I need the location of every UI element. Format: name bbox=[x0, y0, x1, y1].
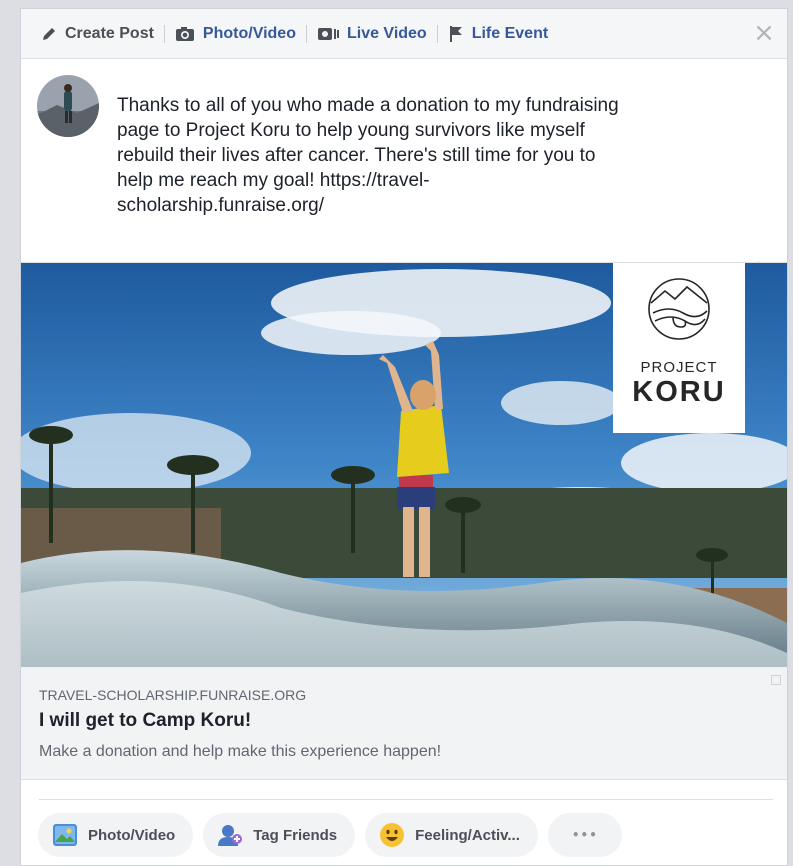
tab-photo-video-label: Photo/Video bbox=[202, 24, 296, 42]
logo-text-project: PROJECT bbox=[640, 359, 718, 376]
link-description: Make a donation and help make this exper… bbox=[39, 743, 442, 760]
flag-icon bbox=[448, 25, 464, 43]
photo-video-button[interactable]: Photo/Video bbox=[38, 813, 194, 857]
remove-preview-icon[interactable] bbox=[771, 675, 781, 685]
feeling-activity-button[interactable]: Feeling/Activ... bbox=[365, 813, 538, 857]
camera-icon bbox=[175, 26, 195, 42]
tab-live-video-label: Live Video bbox=[346, 24, 427, 42]
project-koru-logo: PROJECT KORU bbox=[613, 263, 745, 433]
tab-create-post[interactable]: Create Post bbox=[31, 23, 164, 45]
link-domain: TRAVEL-SCHOLARSHIP.FUNRAISE.ORG bbox=[39, 687, 307, 703]
tab-life-event[interactable]: Life Event bbox=[438, 23, 558, 45]
composer-actions: Photo/Video Tag Friends Feeling/Activ...… bbox=[38, 813, 622, 857]
koru-wave-icon bbox=[648, 278, 710, 340]
photo-icon bbox=[52, 823, 78, 847]
feeling-emoji-icon bbox=[379, 822, 405, 848]
tab-photo-video[interactable]: Photo/Video bbox=[165, 23, 306, 45]
tag-friends-button[interactable]: Tag Friends bbox=[203, 813, 356, 857]
tab-live-video[interactable]: Live Video bbox=[307, 23, 437, 45]
avatar bbox=[37, 75, 99, 137]
close-icon[interactable]: × bbox=[753, 20, 775, 46]
more-icon: ••• bbox=[571, 828, 598, 842]
post-text-input[interactable]: Thanks to all of you who made a donation… bbox=[117, 93, 737, 218]
link-title: I will get to Camp Koru! bbox=[39, 710, 252, 731]
pencil-icon bbox=[41, 26, 57, 42]
logo-text-koru: KORU bbox=[632, 376, 726, 408]
composer-tab-bar: Create Post Photo/Video Live Video Life … bbox=[21, 9, 787, 59]
live-video-icon bbox=[317, 26, 339, 42]
divider bbox=[39, 799, 773, 800]
link-preview-image[interactable]: PROJECT KORU bbox=[21, 262, 787, 667]
tag-friends-icon bbox=[217, 823, 243, 847]
tab-create-post-label: Create Post bbox=[65, 24, 154, 42]
tag-friends-label: Tag Friends bbox=[253, 826, 338, 844]
more-options-button[interactable]: ••• bbox=[547, 813, 622, 857]
tab-life-event-label: Life Event bbox=[471, 24, 549, 42]
feeling-activity-label: Feeling/Activ... bbox=[415, 826, 520, 844]
photo-video-label: Photo/Video bbox=[88, 826, 176, 844]
create-post-dialog: Create Post Photo/Video Live Video Life … bbox=[20, 8, 788, 866]
link-preview-details[interactable]: TRAVEL-SCHOLARSHIP.FUNRAISE.ORG I will g… bbox=[21, 667, 787, 780]
post-composer[interactable]: Thanks to all of you who made a donation… bbox=[21, 59, 787, 281]
